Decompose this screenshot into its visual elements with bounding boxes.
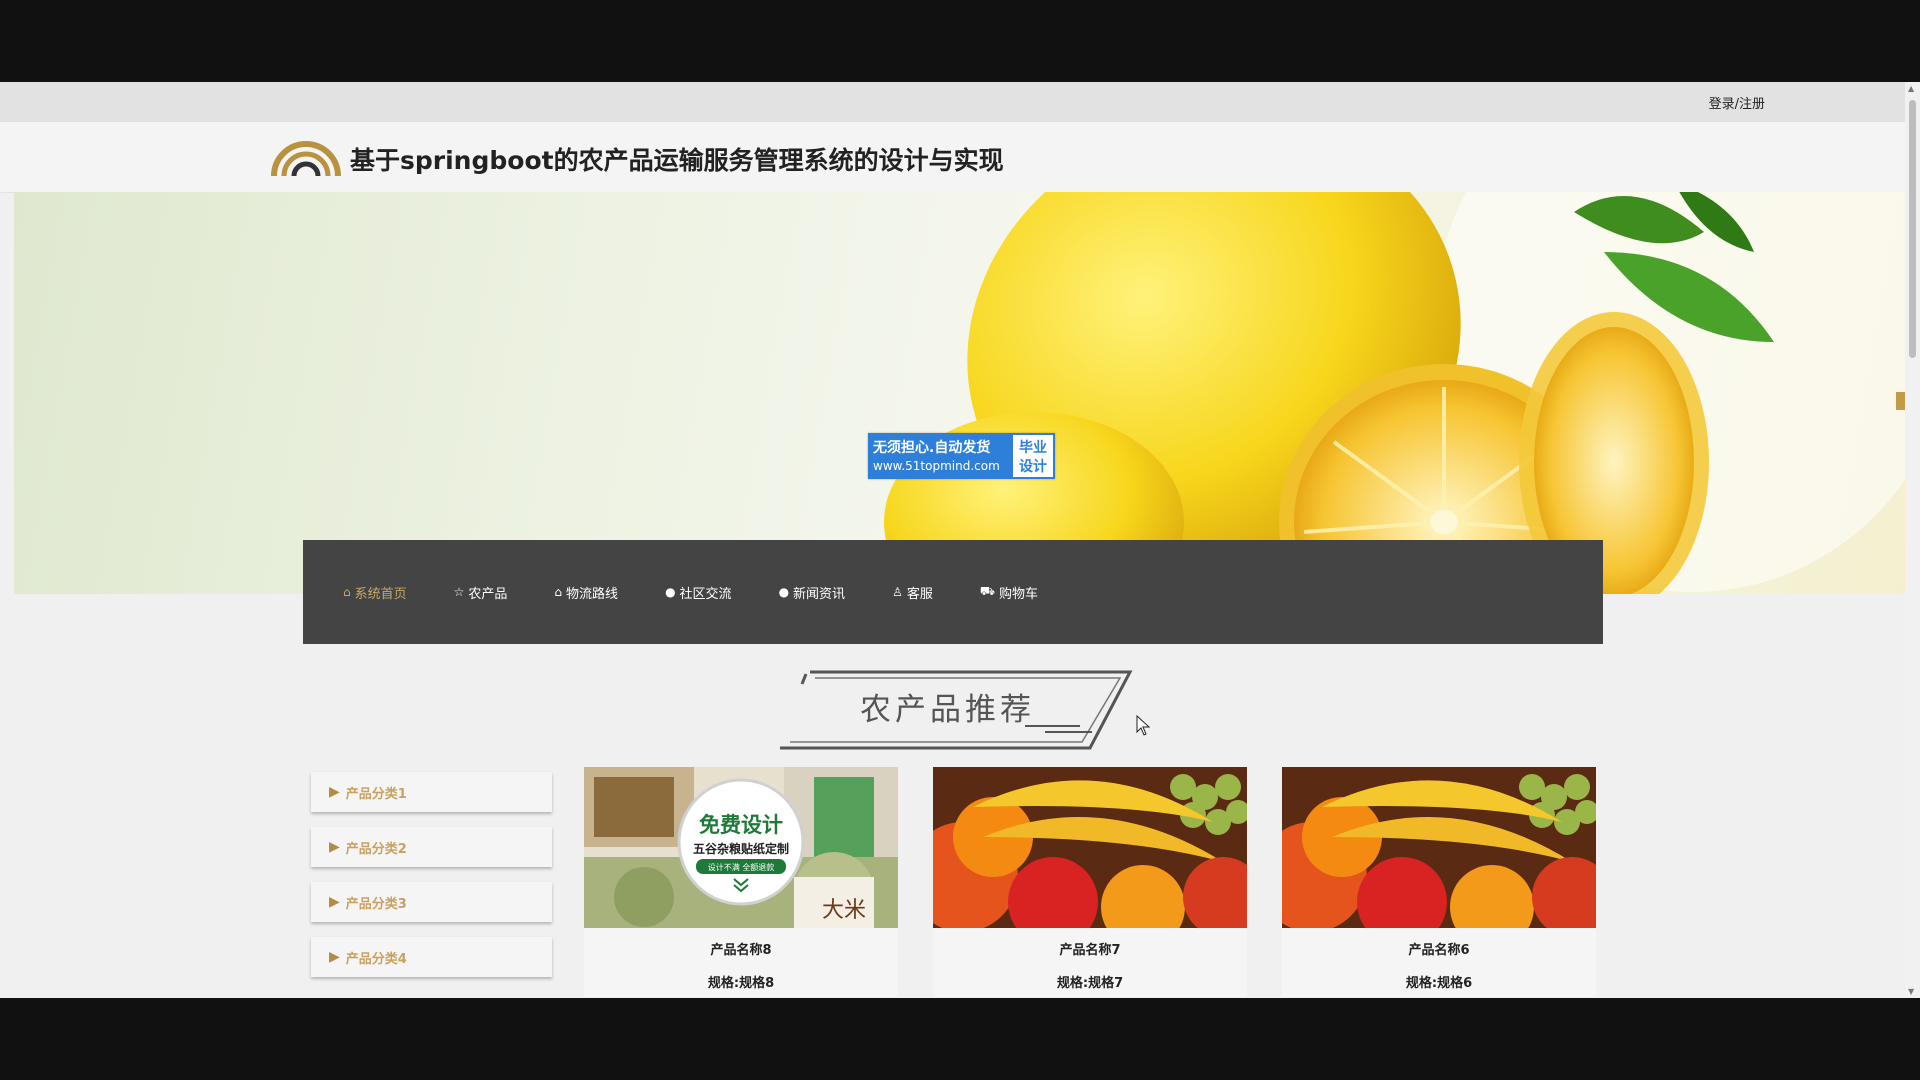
product-card[interactable]: 产品名称6 规格:规格6 — [1282, 767, 1596, 997]
product-spec: 规格:规格8 — [707, 976, 775, 991]
user-icon: ♙ — [892, 585, 903, 599]
dot-icon: ● — [665, 585, 676, 599]
nav-logistics[interactable]: ⌂ 物流路线 — [554, 583, 618, 602]
product-image — [933, 767, 1247, 928]
home-icon: ⌂ — [343, 585, 351, 599]
vertical-scrollbar[interactable]: ▲ ▼ — [1905, 82, 1920, 998]
ad-badge: 设计不满 全额退款 — [708, 862, 775, 872]
watermark-badge: 无须担心.自动发货 www.51topmind.com 毕业 设计 — [868, 433, 1055, 479]
site-title: 基于springboot的农产品运输服务管理系统的设计与实现 — [350, 146, 1004, 175]
product-spec: 规格:规格7 — [1056, 976, 1124, 991]
watermark-tag: 毕业 设计 — [1011, 433, 1055, 479]
category-sidebar: ▶ 产品分类1 ▶ 产品分类2 ▶ 产品分类3 ▶ 产品分类4 — [311, 772, 552, 992]
nav-label: 购物车 — [998, 586, 1038, 602]
nav-home[interactable]: ⌂ 系统首页 — [343, 583, 407, 602]
site-header: 基于springboot的农产品运输服务管理系统的设计与实现 — [0, 122, 1905, 193]
scroll-down-icon[interactable]: ▼ — [1908, 987, 1914, 996]
triangle-right-icon: ▶ — [329, 894, 340, 910]
category-item-3[interactable]: ▶ 产品分类3 — [311, 882, 552, 922]
nav-cart[interactable]: ⛟ 购物车 — [980, 583, 1038, 602]
nav-news[interactable]: ● 新闻资讯 — [779, 583, 846, 602]
category-item-1[interactable]: ▶ 产品分类1 — [311, 772, 552, 812]
ad-package-label: 大米 — [822, 898, 866, 923]
product-card[interactable]: 大米 免费设计 五谷杂粮贴纸定制 设计不满 全额退款 产品名称8 规格:规格8 — [584, 767, 898, 997]
product-image — [1282, 767, 1596, 928]
triangle-right-icon: ▶ — [329, 949, 340, 965]
watermark-tag-line2: 设计 — [1019, 459, 1047, 475]
browser-viewport: 登录/注册 基于springboot的农产品运输服务管理系统的设计与实现 ⌂ 系… — [0, 82, 1920, 998]
logo-icon — [271, 141, 341, 177]
nav-label: 社区交流 — [679, 586, 732, 602]
product-name: 产品名称7 — [1059, 943, 1121, 958]
ad-title: 免费设计 — [699, 813, 783, 837]
mouse-cursor-icon — [1136, 715, 1151, 736]
lemon-banner-image — [884, 192, 1908, 594]
nav-label: 客服 — [906, 586, 933, 602]
scroll-thumb[interactable] — [1909, 100, 1916, 358]
triangle-right-icon: ▶ — [329, 784, 340, 800]
watermark-tag-line1: 毕业 — [1019, 440, 1047, 456]
scroll-up-icon[interactable]: ▲ — [1908, 84, 1914, 93]
login-register-link[interactable]: 登录/注册 — [1709, 93, 1765, 112]
bag-icon: ⌂ — [554, 585, 563, 599]
category-label: 产品分类2 — [345, 841, 407, 857]
nav-label: 物流路线 — [566, 586, 619, 602]
truck-icon: ⛟ — [979, 584, 995, 598]
product-spec: 规格:规格6 — [1405, 976, 1473, 991]
nav-label: 新闻资讯 — [793, 586, 846, 602]
product-card[interactable]: 产品名称7 规格:规格7 — [933, 767, 1247, 997]
watermark-url: www.51topmind.com — [873, 459, 1000, 473]
product-name: 产品名称8 — [710, 943, 772, 958]
category-label: 产品分类3 — [345, 896, 407, 912]
triangle-right-icon: ▶ — [329, 839, 340, 855]
nav-label: 系统首页 — [354, 586, 407, 602]
top-bar: 登录/注册 — [0, 82, 1905, 122]
ad-subtitle: 五谷杂粮贴纸定制 — [693, 841, 789, 856]
nav-community[interactable]: ● 社区交流 — [665, 583, 732, 602]
nav-service[interactable]: ♙ 客服 — [892, 583, 933, 602]
category-label: 产品分类1 — [345, 786, 407, 802]
category-item-2[interactable]: ▶ 产品分类2 — [311, 827, 552, 867]
product-grid: 大米 免费设计 五谷杂粮贴纸定制 设计不满 全额退款 产品名称8 规格:规格8 — [584, 767, 1596, 997]
product-name: 产品名称6 — [1408, 943, 1470, 958]
category-label: 产品分类4 — [345, 951, 407, 967]
nav-label: 农产品 — [468, 586, 508, 602]
main-nav: ⌂ 系统首页 ☆ 农产品 ⌂ 物流路线 ● 社区交流 ● 新闻资讯 ♙ 客服 ⛟… — [303, 540, 1603, 644]
dot-icon: ● — [778, 585, 790, 599]
hero-banner[interactable] — [14, 192, 1908, 594]
watermark-line1: 无须担心.自动发货 — [873, 440, 991, 456]
nav-products[interactable]: ☆ 农产品 — [454, 583, 508, 602]
watermark-text: 无须担心.自动发货 www.51topmind.com — [868, 433, 1011, 479]
section-title: 农产品推荐 — [860, 692, 1035, 728]
product-image: 大米 免费设计 五谷杂粮贴纸定制 设计不满 全额退款 — [584, 767, 898, 928]
category-item-4[interactable]: ▶ 产品分类4 — [311, 937, 552, 977]
star-icon: ☆ — [453, 585, 465, 599]
